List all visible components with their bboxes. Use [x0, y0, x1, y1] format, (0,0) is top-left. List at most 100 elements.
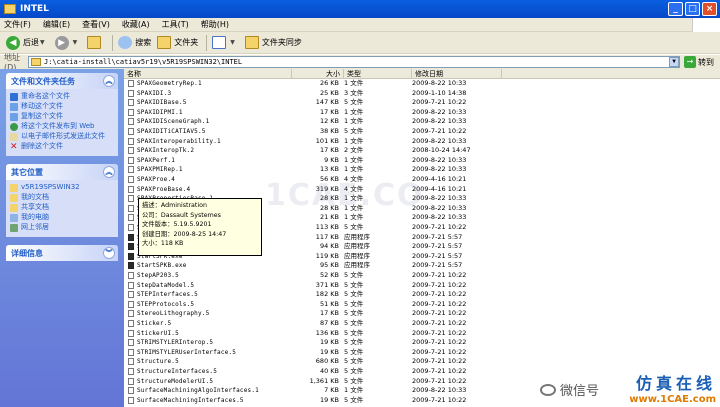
- place-parent-folder[interactable]: v5R19SPSWIN32: [10, 183, 114, 192]
- table-row[interactable]: Sticker.5 87 KB 5 文件 2009-7-21 10:22: [124, 319, 720, 328]
- file-icon: [128, 272, 134, 279]
- file-icon: [128, 99, 134, 107]
- file-type: 5 文件: [344, 367, 364, 375]
- details-header[interactable]: 详细信息 ︾: [6, 245, 118, 261]
- menu-favorites[interactable]: 收藏(A): [122, 19, 150, 30]
- table-row[interactable]: SPAXIDI.3 25 KB 3 文件 2009-1-10 14:38: [124, 89, 720, 98]
- file-icon: [128, 387, 134, 395]
- table-row[interactable]: StepAP203.5 52 KB 5 文件 2009-7-21 10:22: [124, 271, 720, 280]
- table-row[interactable]: StepDataModel.5 371 KB 5 文件 2009-7-21 10:22: [124, 281, 720, 290]
- table-row[interactable]: SPAXGeometryRep.1 26 KB 1 文件 2009-8-22 10:3…: [124, 79, 720, 88]
- table-row[interactable]: STRIMSTYLERInterop.5 19 KB 5 文件 2009-7-21 1…: [124, 338, 720, 347]
- column-modified[interactable]: 修改日期: [412, 69, 502, 79]
- table-row[interactable]: StartSPKB.exe 95 KB 应用程序 2009-7-21 5:57: [124, 261, 720, 270]
- watermark-text: 1CAE.CO: [265, 178, 425, 213]
- place-my-computer[interactable]: 我的电脑: [10, 213, 114, 222]
- application-icon: [128, 252, 134, 260]
- file-type: 1 文件: [344, 155, 364, 164]
- table-row[interactable]: SPAXInteroperability.1 101 KB 1 文件 2009-8-2…: [124, 137, 720, 146]
- table-row[interactable]: STEPProtocols.5 51 KB 5 文件 2009-7-21 10:22: [124, 300, 720, 309]
- chevron-down-icon[interactable]: ▼: [73, 39, 78, 46]
- menu-file[interactable]: 文件(F): [4, 19, 31, 30]
- table-row[interactable]: StickerUI.5 136 KB 5 文件 2009-7-21 10:22: [124, 329, 720, 338]
- table-row[interactable]: SPAXPMIRep.1 13 KB 1 文件 2009-8-22 10:33: [124, 165, 720, 174]
- task-move[interactable]: 移动这个文件: [10, 102, 114, 111]
- go-button[interactable]: → 转到: [684, 56, 714, 68]
- file-tasks-header[interactable]: 文件和文件夹任务 ︽: [6, 73, 118, 89]
- minimize-button[interactable]: _: [668, 2, 683, 16]
- chevron-down-icon[interactable]: ▼: [669, 57, 679, 67]
- chevron-up-icon[interactable]: ︽: [103, 166, 115, 178]
- chevron-down-icon[interactable]: ▼: [230, 39, 235, 46]
- folders-icon: [157, 36, 172, 49]
- task-email[interactable]: 以电子邮件形式发送此文件: [10, 132, 114, 141]
- table-row[interactable]: SPAXIDIBase.5 147 KB 5 文件 2009-7-21 10:22: [124, 98, 720, 107]
- search-button[interactable]: 搜索: [118, 36, 151, 49]
- table-row[interactable]: STRIMSTYLERUserInterface.5 19 KB 5 文件 2009-…: [124, 348, 720, 357]
- place-shared-documents[interactable]: 共享文档: [10, 203, 114, 212]
- table-row[interactable]: SPAXIDITiCATIAV5.5 38 KB 5 文件 2009-7-21 10:…: [124, 127, 720, 136]
- file-icon: [128, 166, 134, 174]
- file-modified: 2009-7-21 10:22: [412, 98, 467, 107]
- table-row[interactable]: SPAXIDISceneGraph.1 12 KB 1 文件 2009-8-22 10…: [124, 117, 720, 126]
- maximize-button[interactable]: □: [685, 2, 700, 16]
- network-icon: [10, 224, 18, 232]
- file-modified: 2009-7-21 10:22: [412, 357, 467, 366]
- chevron-down-icon[interactable]: ▼: [40, 39, 45, 46]
- wechat-icon: [540, 383, 556, 396]
- views-button[interactable]: ▼: [212, 36, 239, 49]
- file-icon: [128, 310, 134, 318]
- file-icon: [128, 291, 134, 299]
- folders-button[interactable]: 文件夹: [157, 36, 198, 49]
- up-folder-button[interactable]: [87, 36, 104, 49]
- other-places-header[interactable]: 其它位置 ︽: [6, 164, 118, 180]
- file-name: StepAP203.5: [137, 272, 179, 279]
- address-input[interactable]: J:\catia-install\catiav5r19\v5R19SPSWIN3…: [28, 56, 680, 68]
- file-name: SPAXPMIRep.1: [137, 166, 183, 174]
- menu-help[interactable]: 帮助(H): [201, 19, 229, 30]
- task-copy[interactable]: 复制这个文件: [10, 112, 114, 121]
- file-size: 182 KB: [315, 290, 339, 299]
- file-type: 1 文件: [344, 386, 364, 395]
- folder-sync-button[interactable]: 文件夹同步: [244, 36, 302, 49]
- column-type[interactable]: 类型: [344, 69, 412, 79]
- search-icon: [118, 36, 133, 49]
- task-pane: 文件和文件夹任务 ︽ 重命名这个文件 移动这个文件 复制这个文件 将这个文件发布…: [0, 69, 124, 407]
- table-row[interactable]: Structure.5 680 KB 5 文件 2009-7-21 10:22: [124, 357, 720, 366]
- file-modified: 2009-7-21 10:22: [412, 290, 467, 299]
- table-row[interactable]: SPAXPerf.1 9 KB 1 文件 2009-8-22 10:33: [124, 156, 720, 165]
- back-button[interactable]: ◀ 后退 ▼: [6, 35, 49, 50]
- file-name: SPAXIDIPMI.1: [137, 108, 183, 116]
- place-network[interactable]: 网上邻居: [10, 223, 114, 232]
- menu-tools[interactable]: 工具(T): [162, 19, 189, 30]
- file-name: SurfaceMachiningAlgoInterfaces.1: [137, 387, 259, 395]
- file-icon: [128, 147, 134, 155]
- file-icon: [128, 281, 134, 289]
- column-size[interactable]: 大小: [292, 69, 344, 79]
- table-row[interactable]: SPAXInteropTk.2 17 KB 2 文件 2008-10-24 14:47: [124, 146, 720, 155]
- menu-edit[interactable]: 编辑(E): [43, 19, 70, 30]
- column-name[interactable]: 名称: [124, 69, 292, 79]
- file-icon: [128, 320, 134, 327]
- file-type: 5 文件: [344, 338, 364, 347]
- table-row[interactable]: SPAXIDIPMI.1 17 KB 1 文件 2009-8-22 10:33: [124, 108, 720, 117]
- table-row[interactable]: STEPInterfaces.5 182 KB 5 文件 2009-7-21 10:2…: [124, 290, 720, 299]
- file-name: StepDataModel.5: [137, 281, 195, 289]
- file-icon: [128, 300, 134, 308]
- up-folder-icon: [87, 36, 102, 49]
- table-row[interactable]: StereoLithography.5 17 KB 5 文件 2009-7-21 10…: [124, 309, 720, 318]
- place-my-documents[interactable]: 我的文档: [10, 193, 114, 202]
- file-tasks-title: 文件和文件夹任务: [11, 76, 75, 86]
- task-delete[interactable]: ✕ 删除这个文件: [10, 142, 114, 152]
- file-size: 95 KB: [319, 261, 339, 270]
- file-type: 5 文件: [344, 271, 364, 279]
- task-publish-web[interactable]: 将这个文件发布到 Web: [10, 122, 114, 131]
- chevron-down-icon[interactable]: ︾: [103, 247, 115, 259]
- forward-button[interactable]: ▶ ▼: [54, 35, 82, 50]
- file-name: SPAXGeometryRep.1: [137, 80, 202, 87]
- task-rename[interactable]: 重命名这个文件: [10, 92, 114, 101]
- forward-arrow-icon: ▶: [54, 35, 69, 50]
- chevron-up-icon[interactable]: ︽: [103, 75, 115, 87]
- close-button[interactable]: ×: [702, 2, 717, 16]
- menu-view[interactable]: 查看(V): [82, 19, 110, 30]
